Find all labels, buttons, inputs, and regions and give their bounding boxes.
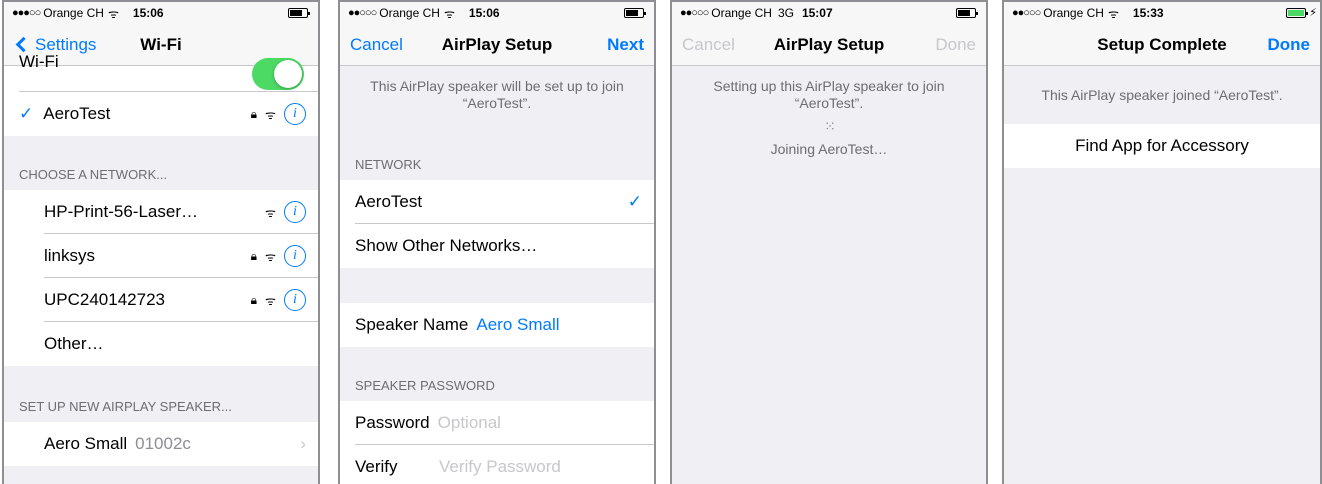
speaker-id: 01002c	[135, 434, 191, 453]
connected-network-name: AeroTest	[43, 104, 111, 123]
page-title: AirPlay Setup	[773, 34, 885, 54]
speaker-name-field[interactable]: Aero Small	[476, 315, 559, 335]
checkmark-icon: ✓	[19, 104, 34, 123]
speaker-name: Aero Small	[44, 434, 128, 453]
carrier-name: Orange CH	[43, 6, 104, 20]
spinner-icon: ⁙	[824, 118, 836, 134]
network-name: AeroTest	[355, 192, 423, 211]
status-bar: ●●○○○ Orange CH ᯤ 15:06	[340, 2, 654, 24]
network-header: NETWORK	[355, 157, 422, 172]
setup-message: Setting up this AirPlay speaker to join …	[713, 78, 945, 111]
carrier-name: Orange CH	[379, 6, 440, 20]
find-app-button[interactable]: Find App for Accessory	[1004, 124, 1320, 168]
airplay-joining-screen: ●●○○○ Orange CH 3G 15:07 Cancel AirPlay …	[670, 0, 988, 484]
verify-row: Verify Verify Password	[340, 445, 654, 484]
battery-icon	[1286, 8, 1308, 18]
chevron-left-icon	[15, 36, 32, 53]
wifi-icon: ᯤ	[107, 6, 119, 21]
page-title: Wi-Fi	[140, 34, 182, 54]
password-row: Password Optional	[340, 401, 654, 445]
choose-network-header: CHOOSE A NETWORK...	[19, 167, 168, 182]
wifi-icon: ᯤ	[1107, 6, 1119, 21]
info-icon[interactable]: i	[284, 201, 306, 223]
verify-password-field[interactable]: Verify Password	[439, 457, 561, 477]
status-time: 15:06	[468, 6, 500, 20]
network-name: HP-Print-56-Laser…	[44, 202, 198, 221]
network-row[interactable]: HP-Print-56-Laser… ᯤ i	[4, 190, 318, 234]
nav-bar: Setup Complete Done	[1004, 24, 1320, 66]
connected-network-row[interactable]: ✓ AeroTest 🔒︎ ᯤ i	[4, 92, 318, 136]
wifi-icon: ᯤ	[265, 205, 276, 220]
signal-strength: ●●○○○	[348, 7, 377, 19]
wifi-icon: ᯤ	[265, 249, 276, 264]
carrier-name: Orange CH	[711, 6, 772, 20]
info-icon[interactable]: i	[284, 103, 306, 125]
other-network-row[interactable]: Other…	[4, 322, 318, 366]
speaker-password-header: SPEAKER PASSWORD	[355, 378, 495, 393]
cancel-button[interactable]: Cancel	[350, 35, 403, 55]
password-label: Password	[355, 413, 430, 432]
setup-message: This AirPlay speaker will be set up to j…	[370, 78, 624, 111]
checkmark-icon: ✓	[627, 192, 642, 211]
nav-bar: Cancel AirPlay Setup Done	[672, 24, 986, 66]
lock-icon: 🔒︎	[250, 292, 258, 307]
wifi-toggle[interactable]	[252, 58, 304, 90]
airplay-speaker-row[interactable]: Aero Small 01002c ›	[4, 422, 318, 466]
airplay-setup-screen: ●●○○○ Orange CH ᯤ 15:06 Cancel AirPlay S…	[338, 0, 656, 484]
network-name: UPC240142723	[44, 290, 165, 309]
charging-icon: ⚡︎	[1309, 7, 1317, 19]
status-time: 15:06	[132, 6, 164, 20]
nav-bar: Cancel AirPlay Setup Next	[340, 24, 654, 66]
show-other-networks-label: Show Other Networks…	[355, 236, 538, 255]
signal-strength: ●●●○○	[12, 7, 41, 19]
next-button[interactable]: Next	[607, 35, 644, 55]
wifi-toggle-label: Wi-Fi	[19, 52, 59, 71]
selected-network-row[interactable]: AeroTest ✓	[340, 180, 654, 224]
status-bar: ●●●○○ Orange CH ᯤ 15:06	[4, 2, 318, 24]
lock-icon: 🔒︎	[250, 106, 258, 121]
find-app-label: Find App for Accessory	[1075, 136, 1249, 155]
battery-icon	[956, 8, 978, 18]
status-bar: ●●○○○ Orange CH ᯤ 15:33 ⚡︎	[1004, 2, 1320, 24]
verify-label: Verify	[355, 457, 398, 476]
page-title: Setup Complete	[1097, 34, 1227, 54]
done-button[interactable]: Done	[935, 35, 976, 55]
password-field[interactable]: Optional	[438, 413, 501, 433]
wifi-settings-screen: ●●●○○ Orange CH ᯤ 15:06 Settings Wi-Fi W…	[2, 0, 320, 484]
done-button[interactable]: Done	[1268, 35, 1311, 55]
setup-complete-screen: ●●○○○ Orange CH ᯤ 15:33 ⚡︎ Setup Complet…	[1002, 0, 1322, 484]
wifi-icon: ᯤ	[265, 107, 276, 122]
speaker-name-label: Speaker Name	[355, 315, 469, 334]
show-other-networks-row[interactable]: Show Other Networks…	[340, 224, 654, 268]
battery-icon	[288, 8, 310, 18]
cancel-button[interactable]: Cancel	[682, 35, 735, 55]
page-title: AirPlay Setup	[441, 34, 553, 54]
info-icon[interactable]: i	[284, 289, 306, 311]
network-row[interactable]: linksys 🔒︎ ᯤ i	[4, 234, 318, 278]
joining-status: Joining AeroTest…	[770, 141, 888, 157]
info-icon[interactable]: i	[284, 245, 306, 267]
battery-icon	[624, 8, 646, 18]
status-bar: ●●○○○ Orange CH 3G 15:07	[672, 2, 986, 24]
carrier-name: Orange CH	[1043, 6, 1104, 20]
network-name: linksys	[44, 246, 96, 265]
signal-strength: ●●○○○	[1012, 7, 1041, 19]
setup-complete-message: This AirPlay speaker joined “AeroTest”.	[1041, 86, 1283, 103]
network-type: 3G	[777, 6, 794, 20]
other-network-label: Other…	[44, 334, 104, 353]
status-time: 15:33	[1132, 6, 1164, 20]
status-time: 15:07	[801, 6, 833, 20]
wifi-icon: ᯤ	[265, 293, 276, 308]
lock-icon: 🔒︎	[250, 248, 258, 263]
wifi-icon: ᯤ	[443, 6, 455, 21]
network-row[interactable]: UPC240142723 🔒︎ ᯤ i	[4, 278, 318, 322]
signal-strength: ●●○○○	[680, 7, 709, 19]
airplay-speaker-header: SET UP NEW AIRPLAY SPEAKER...	[19, 399, 232, 414]
chevron-right-icon: ›	[300, 434, 306, 453]
wifi-toggle-row: Wi-Fi	[4, 52, 318, 92]
speaker-name-row[interactable]: Speaker Name Aero Small	[340, 303, 654, 347]
